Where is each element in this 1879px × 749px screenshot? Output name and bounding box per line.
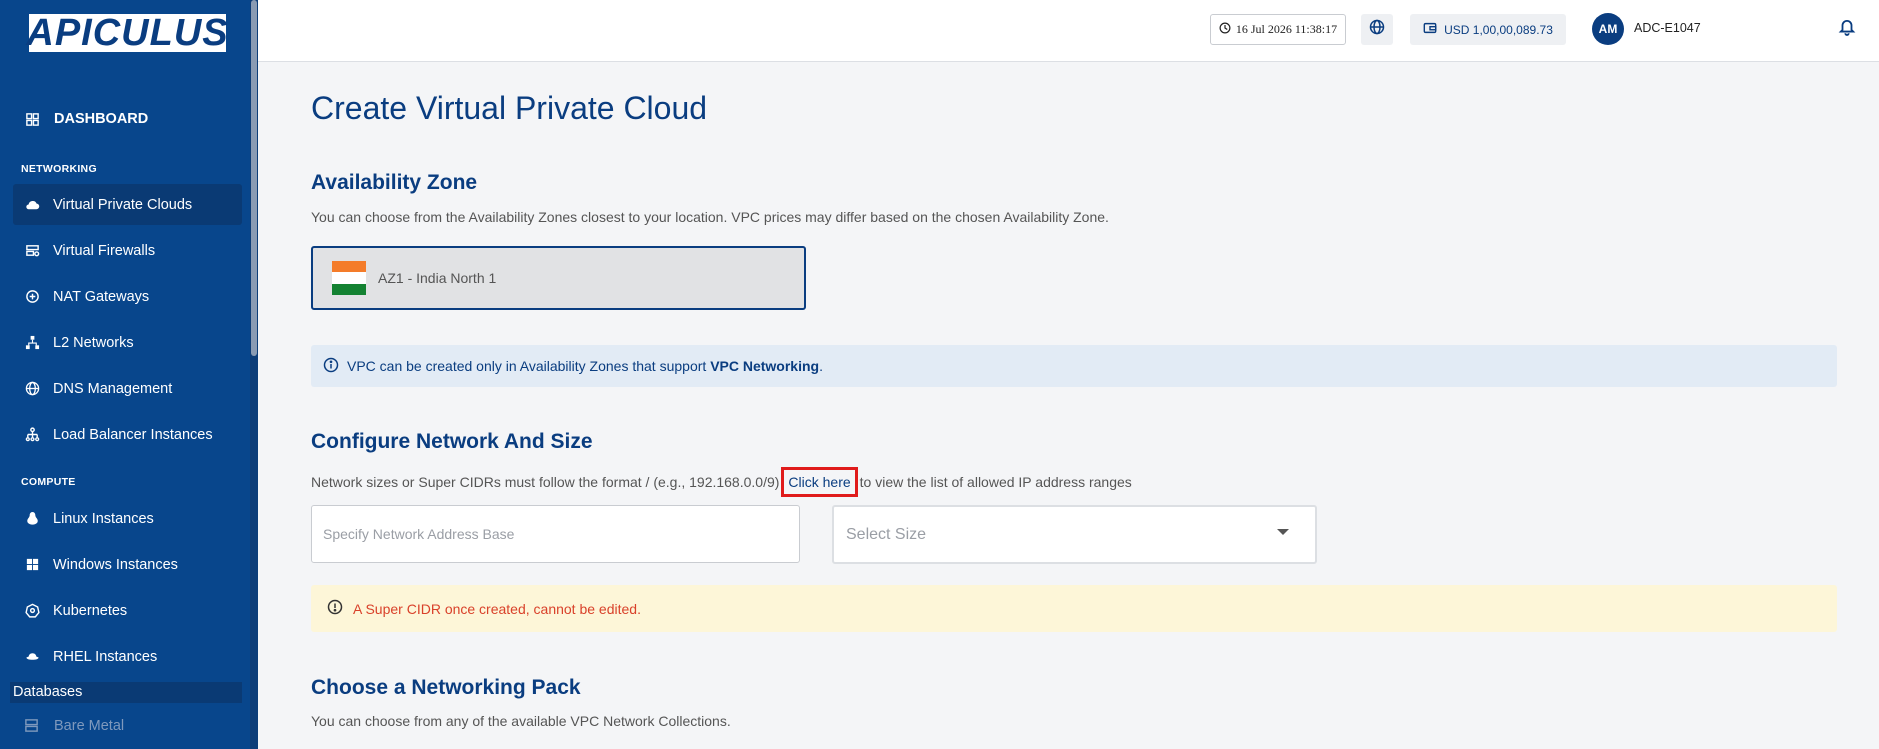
sidebar-item-bare-metal[interactable]: Bare Metal (24, 718, 124, 734)
sidebar-item-label: Windows Instances (53, 556, 178, 573)
apiculus-logo[interactable]: APICULUS (26, 14, 228, 52)
availability-zone-title: Availability Zone (311, 171, 478, 194)
region-button[interactable] (1361, 14, 1393, 45)
sidebar: APICULUS DASHBOARD NETWORKING Virtual Pr… (0, 0, 258, 749)
sidebar-item-label: RHEL Instances (53, 648, 158, 665)
sidebar-item-databases[interactable]: Databases (10, 682, 242, 703)
section-label-compute: COMPUTE (21, 476, 76, 488)
kubernetes-icon (24, 603, 40, 619)
desc-prefix: Network sizes or Super CIDRs must follow… (311, 474, 780, 490)
dashboard-icon (24, 111, 40, 127)
allowed-ranges-link[interactable]: Click here (781, 467, 858, 497)
info-bold: VPC Networking (710, 358, 820, 374)
sidebar-item-label: Load Balancer Instances (53, 426, 213, 443)
desc-suffix: to view the list of allowed IP address r… (859, 474, 1132, 490)
firewall-icon (24, 243, 40, 259)
redhat-icon (24, 649, 40, 665)
sidebar-item-linux-instances[interactable]: Linux Instances (13, 498, 242, 539)
sidebar-item-dashboard[interactable]: DASHBOARD (24, 111, 148, 127)
info-text: VPC can be created only in Availability … (347, 358, 823, 374)
sidebar-item-label: Bare Metal (54, 718, 125, 734)
info-icon (323, 357, 339, 376)
user-id[interactable]: ADC-E1047 (1634, 21, 1701, 35)
sidebar-item-kubernetes[interactable]: Kubernetes (13, 590, 242, 631)
sidebar-item-rhel-instances[interactable]: RHEL Instances (13, 636, 242, 677)
availability-zone-desc: You can choose from the Availability Zon… (311, 209, 1109, 225)
datetime-text: 16 Jul 2026 11:38:17 (1235, 22, 1338, 36)
globe-icon (24, 381, 40, 397)
load-balancer-icon (24, 427, 40, 443)
section-label-networking: NETWORKING (21, 163, 97, 175)
size-select-value: Select Size (846, 525, 927, 543)
sidebar-item-label: Virtual Firewalls (53, 242, 156, 259)
sidebar-item-label: NAT Gateways (53, 288, 150, 305)
networking-pack-title: Choose a Networking Pack (311, 676, 581, 699)
zone-label: AZ1 - India North 1 (378, 270, 497, 286)
top-header: 16 Jul 2026 11:38:17 USD 1,00,00,089.73 … (258, 0, 1879, 62)
page-title: Create Virtual Private Cloud (311, 90, 708, 126)
sidebar-item-nat-gateways[interactable]: NAT Gateways (13, 276, 242, 317)
wallet-icon (1423, 21, 1437, 38)
warning-text: A Super CIDR once created, cannot be edi… (353, 600, 641, 617)
sidebar-item-windows-instances[interactable]: Windows Instances (13, 544, 242, 585)
sidebar-item-virtual-firewalls[interactable]: Virtual Firewalls (13, 230, 242, 271)
sidebar-item-load-balancer-instances[interactable]: Load Balancer Instances (13, 414, 242, 455)
sidebar-item-label: Linux Instances (53, 510, 154, 527)
server-icon (24, 718, 40, 734)
vpc-info-banner: VPC can be created only in Availability … (311, 345, 1837, 387)
sidebar-item-label: Kubernetes (53, 602, 128, 619)
info-prefix: VPC can be created only in Availability … (347, 358, 711, 374)
zone-option-az1[interactable]: AZ1 - India North 1 (311, 246, 806, 310)
cloud-icon (24, 197, 40, 213)
sidebar-item-label: DASHBOARD (54, 111, 149, 127)
sidebar-item-label: L2 Networks (53, 334, 134, 351)
network-address-input[interactable] (311, 505, 800, 563)
sidebar-item-dns-management[interactable]: DNS Management (13, 368, 242, 409)
networking-pack-desc: You can choose from any of the available… (311, 713, 731, 729)
notification-button[interactable] (1835, 16, 1859, 42)
avatar[interactable]: AM (1592, 13, 1624, 45)
sidebar-item-virtual-private-clouds[interactable]: Virtual Private Clouds (13, 184, 242, 225)
windows-icon (24, 557, 40, 573)
globe-icon (1369, 19, 1385, 40)
linux-icon (24, 511, 40, 527)
size-select[interactable]: Select Size (832, 505, 1317, 564)
sidebar-item-l2-networks[interactable]: L2 Networks (13, 322, 242, 363)
info-suffix: . (819, 358, 823, 374)
datetime-chip: 16 Jul 2026 11:38:17 (1210, 14, 1346, 45)
configure-network-title: Configure Network And Size (311, 430, 593, 453)
india-flag-icon (332, 261, 366, 295)
chevron-down-icon (1277, 529, 1289, 535)
network-icon (24, 335, 40, 351)
scrollbar-thumb[interactable] (251, 0, 257, 356)
sidebar-item-label: Virtual Private Clouds (53, 196, 193, 213)
bell-icon (1838, 17, 1856, 41)
super-cidr-warning: A Super CIDR once created, cannot be edi… (311, 585, 1837, 632)
info-icon (327, 599, 343, 618)
clock-icon (1219, 22, 1231, 38)
nat-icon (24, 289, 40, 305)
wallet-balance-chip[interactable]: USD 1,00,00,089.73 (1410, 14, 1566, 45)
wallet-balance: USD 1,00,00,089.73 (1444, 22, 1553, 37)
configure-network-desc: Network sizes or Super CIDRs must follow… (311, 467, 1132, 497)
sidebar-scrollbar[interactable] (250, 0, 258, 749)
sidebar-item-label: DNS Management (53, 380, 173, 397)
